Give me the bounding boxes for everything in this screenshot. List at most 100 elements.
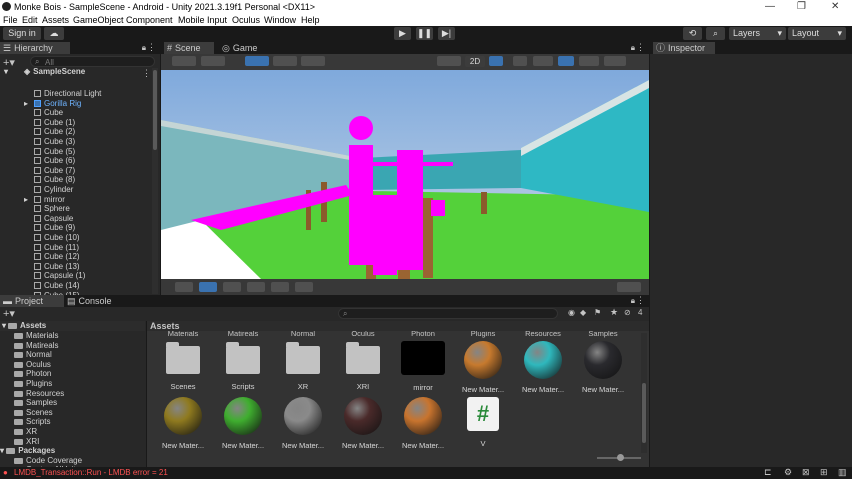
zoom-slider-thumb[interactable] [617,454,624,461]
bug-icon[interactable]: ⚙ [784,467,792,478]
minimize-icon[interactable]: — [765,1,775,12]
tree-folder[interactable]: Scenes [14,408,53,418]
menu-gameobject[interactable]: GameObject [73,15,124,25]
menu-component[interactable]: Component [126,15,173,25]
tree-folder[interactable]: Matireals [14,341,58,351]
asset-label[interactable]: Materials [157,331,209,338]
layout-dropdown[interactable]: Layout ▾ [788,27,846,40]
star-icon[interactable]: ★ [610,307,618,318]
tree-folder[interactable]: Photon [14,369,51,379]
progress-icon[interactable]: ⊏ [764,467,772,478]
camera-icon[interactable] [579,56,599,66]
menu-window[interactable]: Window [264,15,296,25]
tree-folder[interactable]: Scripts [14,417,50,427]
2d-toggle-button[interactable]: 2D [465,56,485,67]
menu-oculus[interactable]: Oculus [232,15,260,25]
draw-mode-icon[interactable] [172,56,196,66]
tree-packages-root[interactable]: ▾ Packages [0,446,55,456]
cloud-icon[interactable]: ☁ [44,27,64,40]
hidden-objects-icon[interactable] [558,56,574,66]
hierarchy-item[interactable]: Cube (7) [34,166,75,176]
move-tool-icon[interactable] [199,282,217,292]
eye-slash-icon[interactable]: ⊘ [624,308,631,317]
lock-icon[interactable]: 🔒︎ [142,43,146,53]
add-icon[interactable]: +▾ [3,307,15,320]
scene-more-icon[interactable]: ⋮ [142,68,151,79]
play-button[interactable]: ▶ [394,27,411,40]
tree-folder[interactable]: Materials [14,331,58,341]
asset-item[interactable]: New Mater... [277,397,329,450]
hierarchy-item[interactable]: Cube [34,108,63,118]
hierarchy-item[interactable]: Cube (12) [34,252,80,262]
step-button[interactable]: ▶| [438,27,455,40]
tree-folder[interactable]: Samples [14,398,57,408]
scene-viewport[interactable] [161,70,649,279]
more-icon[interactable]: ⋮ [147,42,156,53]
hierarchy-item[interactable]: Sphere [34,204,70,214]
filter-icon[interactable]: ◉ [568,308,575,317]
hierarchy-item[interactable]: Cube (14) [34,281,80,291]
tree-package[interactable]: Code Coverage [14,456,82,466]
asset-item[interactable]: New Mater... [397,397,449,450]
pause-button[interactable]: ❚❚ [416,27,433,40]
gizmos-icon[interactable] [604,56,626,66]
search-icon[interactable]: ⌕ [706,27,725,40]
hierarchy-item[interactable]: Cube (13) [34,262,80,272]
sign-in-button[interactable]: Sign in [3,27,41,40]
project-search-input[interactable]: ⌕ [338,308,558,319]
asset-scrollbar[interactable] [641,333,647,453]
chevron-right-icon[interactable]: ▸ [24,99,28,109]
scrollbar-thumb[interactable] [153,70,157,150]
asset-item[interactable]: New Mater... [337,397,389,450]
asset-item[interactable]: mirror [397,341,449,392]
tag-icon[interactable]: ⚑ [594,308,601,317]
tab-hierarchy[interactable]: ☰ Hierarchy [0,42,70,54]
tree-folder[interactable]: Resources [14,389,64,399]
asset-item[interactable]: Scripts [217,341,269,391]
layers-dropdown[interactable]: Layers ▾ [729,27,786,40]
render-mode-icon[interactable] [437,56,461,66]
hierarchy-scrollbar[interactable] [152,68,158,294]
mute-icon[interactable]: ⊠ [802,467,810,478]
view-options-icon[interactable] [617,282,641,292]
hierarchy-item[interactable]: Cube (8) [34,175,75,185]
collab-icon[interactable]: ▥ [838,467,847,478]
asset-item[interactable]: XR [277,341,329,391]
asset-label[interactable]: Matireals [217,331,269,338]
audio-icon[interactable] [513,56,527,66]
hierarchy-item[interactable]: Cube (2) [34,127,75,137]
rotate-tool-icon[interactable] [223,282,241,292]
tab-console[interactable]: ▤ Console [64,295,124,307]
hierarchy-item[interactable]: Cube (11) [34,243,79,253]
hierarchy-item[interactable]: Cube (3) [34,137,75,147]
asset-item[interactable]: New Mater... [517,341,569,394]
label-icon[interactable]: ◆ [580,308,586,317]
hierarchy-item[interactable]: Cylinder [34,185,73,195]
close-icon[interactable]: ✕ [831,1,839,12]
hierarchy-item[interactable]: ▸ mirror [24,195,65,205]
menu-help[interactable]: Help [301,15,320,25]
transform-tool-icon[interactable] [295,282,313,292]
history-icon[interactable]: ⟲ [683,27,702,40]
hierarchy-search-input[interactable]: ⌕ All [30,56,155,67]
menu-mobile-input[interactable]: Mobile Input [178,15,227,25]
effects-icon[interactable] [533,56,553,66]
tree-folder[interactable]: Normal [14,350,52,360]
status-error-text[interactable]: LMDB_Transaction::Run - LMDB error = 21 [14,468,168,477]
menu-file[interactable]: File [3,15,18,25]
menu-assets[interactable]: Assets [42,15,69,25]
rect-tool-icon[interactable] [271,282,289,292]
asset-item[interactable]: New Mater... [217,397,269,450]
hierarchy-item[interactable]: Cube (10) [34,233,80,243]
asset-item[interactable]: Scenes [157,341,209,391]
increment-snap-icon[interactable] [301,56,325,66]
hierarchy-item[interactable]: ▸ Gorilla Rig [24,99,81,109]
asset-label[interactable]: Plugins [457,331,509,338]
asset-item[interactable]: New Mater... [577,341,629,394]
menu-edit[interactable]: Edit [22,15,38,25]
snap-icon[interactable] [273,56,297,66]
zoom-slider[interactable] [597,454,641,461]
shading-icon[interactable] [201,56,225,66]
asset-item[interactable]: New Mater... [157,397,209,450]
tab-scene[interactable]: # Scene [164,42,214,54]
